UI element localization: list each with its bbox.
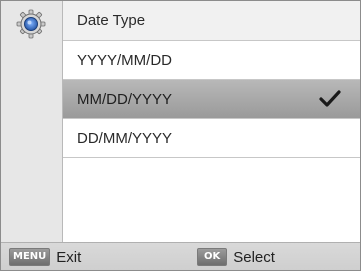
exit-button[interactable]: MENU Exit [9, 248, 81, 266]
select-button[interactable]: OK Select [197, 248, 275, 266]
exit-label: Exit [56, 248, 82, 266]
camera-settings-screen: Date Type YYYY/MM/DD MM/DD/YYYY DD/MM/YY… [0, 0, 361, 271]
option-yyyy-mm-dd[interactable]: YYYY/MM/DD [63, 41, 360, 80]
option-label: YYYY/MM/DD [77, 51, 173, 69]
option-label: DD/MM/YYYY [77, 129, 173, 147]
date-type-menu: Date Type YYYY/MM/DD MM/DD/YYYY DD/MM/YY… [63, 1, 360, 242]
option-mm-dd-yyyy[interactable]: MM/DD/YYYY [63, 80, 360, 119]
menu-title: Date Type [63, 1, 360, 41]
ok-key-icon: OK [197, 248, 228, 266]
select-label: Select [233, 248, 275, 266]
checkmark-icon [318, 89, 342, 109]
menu-icon-column [1, 1, 63, 242]
footer-bar: MENU Exit OK Select [1, 242, 360, 270]
menu-key-icon: MENU [9, 248, 51, 266]
option-label: MM/DD/YYYY [77, 90, 173, 108]
menu-title-text: Date Type [77, 12, 146, 29]
option-dd-mm-yyyy[interactable]: DD/MM/YYYY [63, 119, 360, 158]
gear-icon [16, 9, 46, 39]
